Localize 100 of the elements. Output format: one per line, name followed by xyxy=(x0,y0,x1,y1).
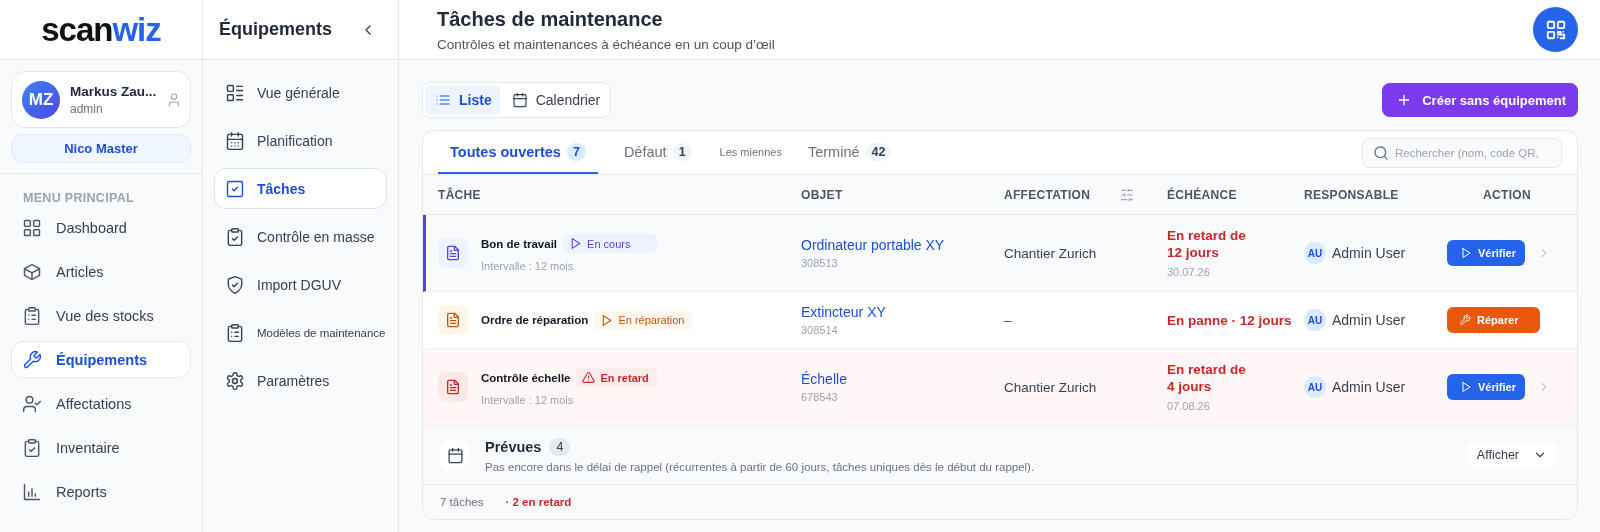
menu-item[interactable]: Équipements xyxy=(11,341,191,378)
play-icon xyxy=(1460,381,1472,393)
task-title: Contrôle échelle xyxy=(481,371,571,384)
search-field[interactable]: Rechercher (nom, code QR, xyxy=(1362,137,1562,168)
play-icon xyxy=(569,237,583,250)
filter-tab[interactable]: Défaut 1 xyxy=(611,131,704,174)
column-header: OBJET xyxy=(801,187,843,202)
clipboard-check-icon xyxy=(22,437,42,458)
settings-icon xyxy=(225,370,245,391)
play-icon xyxy=(1460,247,1472,259)
submenu-item[interactable]: Import DGUV xyxy=(214,264,387,305)
calendar-icon xyxy=(511,92,528,108)
calendar-icon xyxy=(225,130,245,151)
user-avatar: AU xyxy=(1304,309,1326,331)
status-badge: En réparation xyxy=(594,310,693,330)
checkbox-icon xyxy=(225,178,245,199)
assignment-text: Chantier Zurich xyxy=(1004,245,1098,261)
user-name: Markus Zau... xyxy=(70,83,157,99)
column-header: ACTION xyxy=(1483,187,1531,202)
filter-tab[interactable]: Les miennes xyxy=(717,131,782,174)
clipboard-list-icon xyxy=(225,322,245,343)
menu-heading: MENU PRINCIPAL xyxy=(23,191,135,205)
column-header: TÂCHE xyxy=(438,187,481,202)
count-badge: 4 xyxy=(549,437,571,456)
submenu-item[interactable]: Vue générale xyxy=(214,72,387,113)
menu-item[interactable]: Dashboard xyxy=(11,209,191,246)
due-status: 4 jours xyxy=(1167,379,1213,394)
assignment-text: – xyxy=(1004,312,1013,328)
workspace-badge[interactable]: Nico Master xyxy=(11,134,191,163)
bar-chart-icon xyxy=(22,481,42,502)
wrench-icon xyxy=(1459,314,1471,326)
status-badge: En retard xyxy=(576,368,657,387)
responsible-name: Admin User xyxy=(1332,245,1406,261)
clipboard-list-icon xyxy=(22,305,42,326)
task-title: Ordre de réparation xyxy=(481,314,589,326)
task-row[interactable]: Contrôle échelle En retard Intervalle : 12 mois Échelle 678543 Chantier Zurich En retard de 4 jours 07.08.26 AU Admin User Vérifier xyxy=(423,349,1577,426)
menu-item[interactable]: Reports xyxy=(11,473,191,510)
user-avatar: MZ xyxy=(22,80,60,119)
play-icon xyxy=(600,313,614,327)
object-code: 308514 xyxy=(801,324,839,336)
list-grid-icon xyxy=(225,82,245,103)
filter-icon xyxy=(1120,187,1135,202)
repair-button[interactable]: Réparer xyxy=(1447,307,1540,333)
document-icon xyxy=(438,372,468,402)
due-status: En panne · 12 jours xyxy=(1167,312,1293,328)
filter-tab[interactable]: Terminé 42 xyxy=(795,131,904,174)
task-total: 7 tâches xyxy=(440,496,484,508)
user-role: admin xyxy=(70,101,104,116)
search-icon xyxy=(1373,144,1389,161)
submenu-item[interactable]: Planification xyxy=(214,120,387,161)
wrench-icon xyxy=(22,349,42,370)
qr-code-icon xyxy=(1544,18,1567,41)
menu-item[interactable]: Inventaire xyxy=(11,429,191,466)
package-icon xyxy=(22,261,42,282)
document-icon xyxy=(438,238,468,268)
submenu-item[interactable]: Contrôle en masse xyxy=(214,216,387,257)
verify-button[interactable]: Vérifier xyxy=(1447,374,1525,400)
document-icon xyxy=(438,305,468,335)
page-title: Tâches de maintenance xyxy=(437,7,664,31)
warning-icon xyxy=(582,371,596,384)
calendar-icon xyxy=(446,446,464,464)
show-button[interactable]: Afficher xyxy=(1466,442,1557,468)
task-interval: Intervalle : 12 mois xyxy=(481,260,575,272)
verify-button[interactable]: Vérifier xyxy=(1447,240,1525,266)
status-badge: En cours xyxy=(563,234,658,253)
due-status: En retard de xyxy=(1167,228,1247,243)
column-header: AFFECTATION xyxy=(1004,187,1091,202)
menu-item[interactable]: Affectations xyxy=(11,385,191,422)
object-link[interactable]: Ordinateur portable XY xyxy=(801,237,1004,253)
shield-check-icon xyxy=(225,274,245,295)
clipboard-check-icon xyxy=(225,226,245,247)
due-status: 12 jours xyxy=(1167,245,1220,260)
due-status: En retard de xyxy=(1167,362,1247,377)
user-avatar: AU xyxy=(1304,376,1326,398)
user-check-icon xyxy=(22,393,42,414)
submenu-title: Équipements xyxy=(219,19,333,40)
user-card[interactable]: MZ Markus Zau... admin xyxy=(11,71,191,128)
dashboard-icon xyxy=(22,217,42,238)
submenu-item[interactable]: Tâches xyxy=(214,168,387,209)
view-toggle-button[interactable]: Liste xyxy=(425,85,500,115)
task-row[interactable]: Bon de travail En cours Intervalle : 12 mois Ordinateur portable XY 308513 Chantier Zurich En retard de 12 jours 30.07.26 AU Admin User Vérifier xyxy=(423,215,1577,292)
submenu-item[interactable]: Paramètres xyxy=(214,360,387,401)
tab-count: 7 xyxy=(566,142,586,161)
submenu-item[interactable]: Modèles de maintenance xyxy=(214,312,387,353)
section-description: Pas encore dans le délai de rappel (récurrentes à partir de 60 jours, tâches uniques dès le début du rappel). xyxy=(485,460,1036,473)
object-link[interactable]: Échelle xyxy=(801,371,1004,387)
menu-item[interactable]: Articles xyxy=(11,253,191,290)
column-header: ÉCHÉANCE xyxy=(1167,187,1237,202)
due-date: 07.08.26 xyxy=(1167,400,1211,412)
task-interval: Intervalle : 12 mois xyxy=(481,394,575,406)
view-toggle-button[interactable]: Calendrier xyxy=(501,85,609,115)
page-subtitle: Contrôles et maintenances à échéance en un coup d’œil xyxy=(437,36,775,52)
qr-scan-button[interactable] xyxy=(1533,7,1578,52)
responsible-name: Admin User xyxy=(1332,379,1406,395)
tab-count: 1 xyxy=(672,142,692,161)
menu-item[interactable]: Vue des stocks xyxy=(11,297,191,334)
create-button[interactable]: Créer sans équipement xyxy=(1382,83,1578,117)
object-code: 308513 xyxy=(801,257,839,269)
column-header: RESPONSABLE xyxy=(1304,187,1399,202)
object-link[interactable]: Extincteur XY xyxy=(801,304,1004,320)
